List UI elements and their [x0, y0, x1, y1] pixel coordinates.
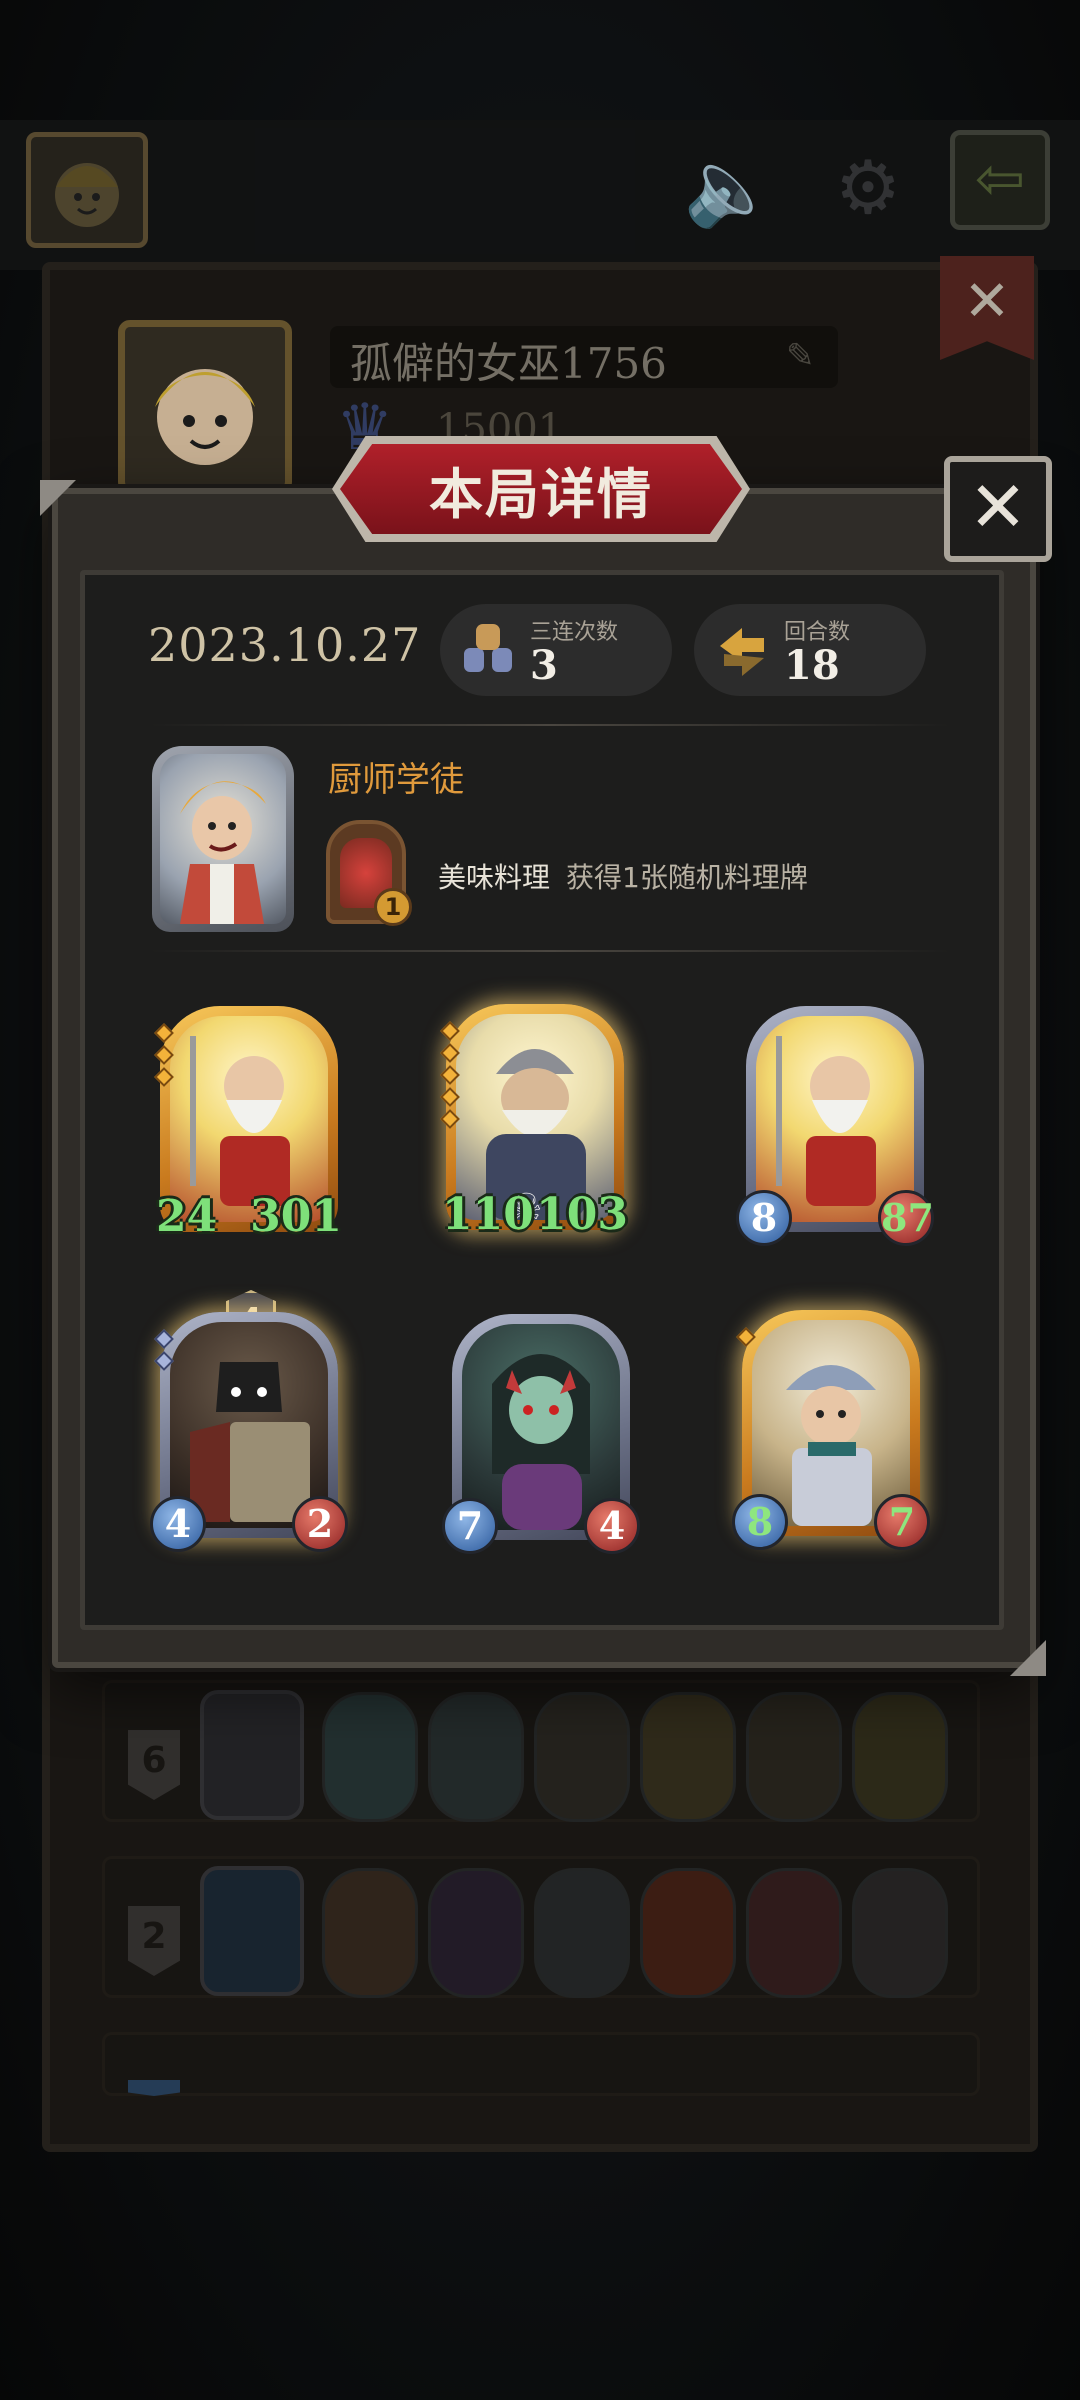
shield-knight-art — [190, 1362, 310, 1522]
rounds-value: 18 — [784, 642, 840, 689]
hero-skill-name: 美味料理 — [438, 861, 551, 894]
triple-count-value: 3 — [530, 642, 558, 689]
card-attack: 8 — [732, 1494, 788, 1550]
game-screen: 🔈 ⚙ ⇦ ✕ 孤僻的女巫1756 ✎ ♛ 15001 6 2 本局详情 ✕ 2… — [0, 0, 1080, 2400]
match-date: 2023.10.27 — [148, 618, 422, 672]
triple-merge-icon — [456, 618, 520, 682]
hero-name: 厨师学徒 — [328, 760, 464, 800]
card-health: 2 — [292, 1496, 348, 1552]
board-card-dwarf-warrior[interactable]: 24 301 — [154, 1006, 342, 1242]
armored-soldier-art — [786, 1365, 876, 1526]
title-banner: 本局详情 — [340, 444, 742, 534]
triple-count-stat: 三连次数 3 — [440, 604, 672, 696]
card-attack: 7 — [442, 1498, 498, 1554]
card-health: 301 — [250, 1191, 342, 1242]
card-attack: 110 — [442, 1189, 534, 1240]
dwarf-warrior-art — [776, 1036, 876, 1206]
close-button[interactable]: ✕ — [944, 456, 1052, 562]
hero-portrait — [152, 746, 294, 932]
card-health: 7 — [874, 1494, 930, 1550]
modal-title: 本局详情 — [429, 461, 653, 526]
skill-level-badge: 1 — [374, 888, 412, 926]
demon-girl-art — [492, 1354, 590, 1530]
board-card-armored-soldier[interactable]: 8 7 — [732, 1310, 930, 1550]
card-attack: 4 — [150, 1496, 206, 1552]
board-card-shield-knight[interactable]: 4 2 — [150, 1312, 348, 1552]
section-divider — [150, 950, 950, 952]
rounds-arrows-icon — [710, 618, 774, 682]
card-attack: 24 — [156, 1191, 218, 1242]
rounds-stat: 回合数 18 — [694, 604, 926, 696]
card-health: 103 — [536, 1189, 628, 1240]
card-health: 87 — [878, 1190, 934, 1246]
section-divider — [150, 724, 950, 726]
hero-skill-card[interactable]: 1 — [326, 820, 412, 926]
board-card-demon-girl[interactable]: 7 4 — [442, 1314, 640, 1554]
card-health: 4 — [584, 1498, 640, 1554]
board-card-old-knight[interactable]: ☠ 110 103 — [440, 1004, 628, 1240]
board-card-dwarf-warrior-silver[interactable]: 8 87 — [736, 1006, 934, 1246]
card-attack: 8 — [736, 1190, 792, 1246]
chef-apprentice-icon — [180, 781, 266, 924]
hero-skill-description: 获得1张随机料理牌 — [566, 861, 808, 894]
